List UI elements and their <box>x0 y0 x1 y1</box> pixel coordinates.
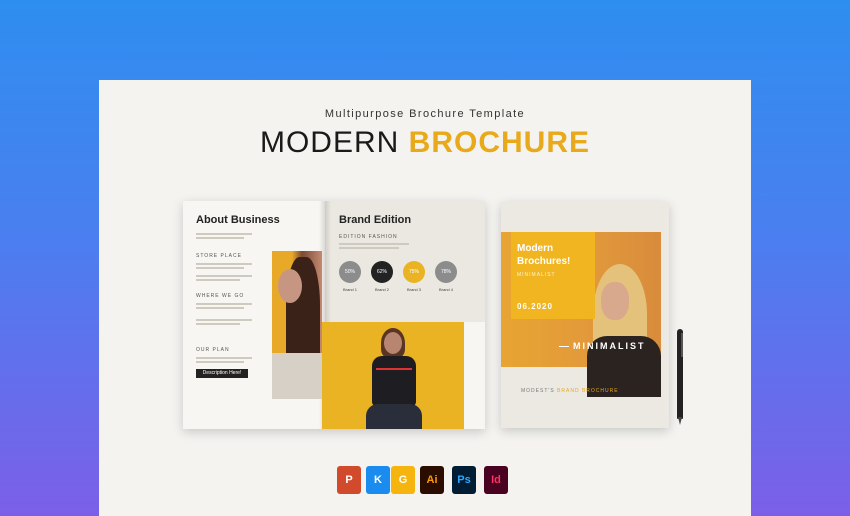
template-preview-card: Multipurpose Brochure Template MODERN BR… <box>99 80 751 516</box>
stat-circle: 75% <box>403 261 425 283</box>
cover-headline: Modern Brochures! <box>517 242 570 268</box>
photo-face <box>278 269 302 303</box>
about-business-heading: About Business <box>196 214 280 226</box>
cover-date: 06.2020 <box>517 302 553 311</box>
section-label: STORE PLACE <box>196 253 242 259</box>
cover-photo-face <box>601 282 629 320</box>
cover-footer: MODEST'S BRAND BROCHURE <box>521 388 619 394</box>
app-label: P <box>345 474 353 486</box>
title-word-brochure: BROCHURE <box>408 126 591 159</box>
pen-icon <box>676 329 684 427</box>
cover-subline: MINIMALIST <box>517 272 556 278</box>
indesign-icon: Id <box>484 466 508 494</box>
edition-caption: EDITION FASHION <box>339 234 398 240</box>
stat-circle: 50% <box>339 261 361 283</box>
text-placeholder-line <box>196 307 244 309</box>
text-placeholder-line <box>196 279 240 281</box>
app-label: G <box>398 474 408 486</box>
stat-value: 75% <box>408 269 419 275</box>
app-label: Ps <box>457 474 471 486</box>
text-placeholder-line <box>196 361 244 363</box>
app-label: Id <box>491 474 501 486</box>
description-button: Description Here! <box>196 369 248 378</box>
template-subtitle: Multipurpose Brochure Template <box>324 108 526 120</box>
keynote-icon: K <box>366 466 390 494</box>
text-placeholder-line <box>339 243 409 245</box>
text-placeholder-line <box>196 275 252 277</box>
cover-headline-line2: Brochures! <box>517 256 571 267</box>
app-label: Ai <box>426 474 438 486</box>
text-placeholder-line <box>196 303 252 305</box>
photo-sweater-stripe <box>376 368 412 370</box>
stat-value: 78% <box>440 269 451 275</box>
stat-label: Brand 1 <box>342 287 357 292</box>
text-placeholder-line <box>196 237 244 239</box>
google-slides-icon: G <box>391 466 415 494</box>
text-placeholder-line <box>196 323 240 325</box>
cover-minimalist-label: MINIMALIST <box>573 341 646 351</box>
powerpoint-icon: P <box>337 466 361 494</box>
stat-label: Brand 4 <box>438 287 453 292</box>
pen-clip <box>681 333 683 357</box>
woman-profile-photo <box>272 251 322 399</box>
text-placeholder-line <box>339 247 399 249</box>
stat-label: Brand 3 <box>406 287 421 292</box>
stat-label: Brand 2 <box>374 287 389 292</box>
woman-seated-photo <box>322 322 464 429</box>
stat-circle: 78% <box>435 261 457 283</box>
cover-footer-part2: BRAND BROCHURE <box>557 388 619 394</box>
cover-dash <box>559 346 569 347</box>
section-label: OUR PLAN <box>196 347 230 353</box>
text-placeholder-line <box>196 233 252 235</box>
text-placeholder-line <box>196 263 252 265</box>
template-title: MODERN BROCHURE <box>99 126 751 160</box>
pen-tip <box>678 417 682 425</box>
cover-headline-line1: Modern <box>517 243 554 254</box>
photo-face <box>384 332 402 354</box>
brand-edition-heading: Brand Edition <box>339 214 412 226</box>
text-placeholder-line <box>196 357 252 359</box>
stat-value: 62% <box>376 269 387 275</box>
text-placeholder-line <box>196 267 244 269</box>
cover-footer-part1: MODEST'S <box>521 388 555 394</box>
photo-person <box>366 326 422 429</box>
title-word-modern: MODERN <box>259 126 400 159</box>
cover-yellow-panel: Modern Brochures! MINIMALIST 06.2020 <box>511 232 595 319</box>
stat-value: 50% <box>344 269 355 275</box>
photo-shirt <box>272 353 322 399</box>
photoshop-icon: Ps <box>452 466 476 494</box>
brochure-cover: Modern Brochures! MINIMALIST 06.2020 MIN… <box>501 202 669 428</box>
photo-legs <box>366 404 422 429</box>
brochure-spread: About Business STORE PLACE WHERE WE GO O… <box>183 201 485 429</box>
app-label: K <box>374 474 382 486</box>
illustrator-icon: Ai <box>420 466 444 494</box>
section-label: WHERE WE GO <box>196 293 245 299</box>
text-placeholder-line <box>196 319 252 321</box>
photo-sweater <box>372 356 416 406</box>
stat-circle: 62% <box>371 261 393 283</box>
